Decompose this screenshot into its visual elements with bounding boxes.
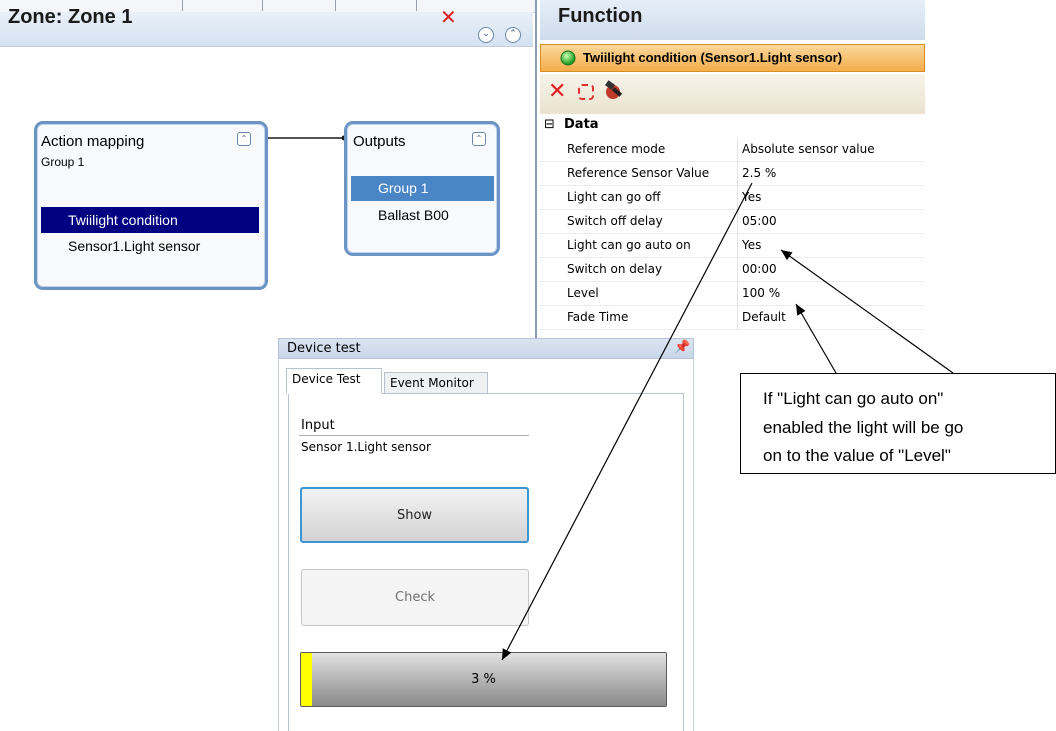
property-name: Switch off delay xyxy=(567,214,663,228)
grid-separator xyxy=(737,306,738,329)
strip-separator xyxy=(182,0,183,11)
function-toolbar xyxy=(540,74,925,114)
show-button[interactable]: Show xyxy=(300,487,529,543)
property-name: Light can go off xyxy=(567,190,661,204)
property-value[interactable]: 2.5 % xyxy=(742,166,776,180)
property-row[interactable]: Switch off delay 05:00 xyxy=(540,210,925,234)
grid-separator xyxy=(737,258,738,281)
property-name: Reference Sensor Value xyxy=(567,166,710,180)
node-subtitle: Group 1 xyxy=(41,155,85,169)
grid-separator xyxy=(737,282,738,305)
pin-icon[interactable]: 📌 xyxy=(674,340,690,355)
delete-icon[interactable]: ✕ xyxy=(548,81,566,103)
property-row[interactable]: Reference Sensor Value 2.5 % xyxy=(540,162,925,186)
property-row[interactable]: Light can go auto on Yes xyxy=(540,234,925,258)
collapse-icon[interactable]: ⌄ xyxy=(478,27,494,43)
property-row[interactable]: Reference mode Absolute sensor value xyxy=(540,138,925,162)
sensor-level-bar: 3 % xyxy=(300,652,667,707)
callout-line: enabled the light will be go xyxy=(763,418,964,437)
strip-separator xyxy=(416,0,417,11)
property-row[interactable]: Light can go off Yes xyxy=(540,186,925,210)
property-value[interactable]: Default xyxy=(742,310,786,324)
property-name: Switch on delay xyxy=(567,262,663,276)
grid-separator xyxy=(737,234,738,257)
list-item[interactable]: Group 1 xyxy=(378,180,429,196)
property-value[interactable]: Yes xyxy=(742,190,761,204)
zone-title: Zone: Zone 1 xyxy=(8,6,133,28)
property-value[interactable]: Absolute sensor value xyxy=(742,142,875,156)
input-value: Sensor 1.Light sensor xyxy=(301,440,431,454)
property-row[interactable]: Level 100 % xyxy=(540,282,925,306)
property-name: Fade Time xyxy=(567,310,629,324)
strip-separator xyxy=(335,0,336,11)
property-row[interactable]: Switch on delay 00:00 xyxy=(540,258,925,282)
section-row[interactable]: ⊟ Data xyxy=(540,114,925,137)
property-name: Reference mode xyxy=(567,142,666,156)
check-button[interactable]: Check xyxy=(301,569,529,626)
input-label: Input xyxy=(301,418,335,433)
tool-icon[interactable] xyxy=(601,79,625,103)
expand-icon[interactable]: ⌃ xyxy=(505,27,521,43)
grid-separator xyxy=(737,210,738,233)
property-value[interactable]: 100 % xyxy=(742,286,780,300)
property-grid: ⊟ Data Reference mode Absolute sensor va… xyxy=(540,114,925,336)
grid-separator xyxy=(737,186,738,209)
section-toggle-icon[interactable]: ⊟ xyxy=(544,117,555,132)
node-connector xyxy=(262,135,346,141)
section-label: Data xyxy=(564,117,599,132)
tab-device-test[interactable]: Device Test xyxy=(286,368,382,394)
grid-separator xyxy=(737,138,738,161)
callout-line: If "Light can go auto on" xyxy=(763,389,944,408)
property-name: Level xyxy=(567,286,599,300)
strip-separator xyxy=(262,0,263,11)
tab-event-monitor[interactable]: Event Monitor xyxy=(384,372,488,394)
list-item[interactable]: Ballast B00 xyxy=(378,207,449,223)
collapse-icon[interactable]: ⌃ xyxy=(237,132,251,146)
property-value[interactable]: Yes xyxy=(742,238,761,252)
device-test-title: Device test xyxy=(287,341,361,356)
list-item[interactable]: Twiilight condition xyxy=(68,212,178,228)
property-name: Light can go auto on xyxy=(567,238,691,252)
refresh-icon[interactable] xyxy=(578,84,594,100)
condition-label: Twiilight condition (Sensor1.Light senso… xyxy=(583,50,843,65)
status-green-icon xyxy=(560,50,576,66)
node-title: Outputs xyxy=(353,133,406,150)
callout-line: on to the value of "Level" xyxy=(763,446,951,465)
progress-label: 3 % xyxy=(471,672,496,687)
property-row[interactable]: Fade Time Default xyxy=(540,306,925,330)
list-item[interactable]: Sensor1.Light sensor xyxy=(68,238,200,254)
function-title: Function xyxy=(558,5,643,27)
property-value[interactable]: 05:00 xyxy=(742,214,777,228)
close-icon[interactable]: ✕ xyxy=(440,7,457,27)
node-title: Action mapping xyxy=(41,133,145,150)
panel-divider[interactable] xyxy=(535,0,537,338)
grid-separator xyxy=(737,162,738,185)
property-value[interactable]: 00:00 xyxy=(742,262,777,276)
collapse-icon[interactable]: ⌃ xyxy=(472,132,486,146)
